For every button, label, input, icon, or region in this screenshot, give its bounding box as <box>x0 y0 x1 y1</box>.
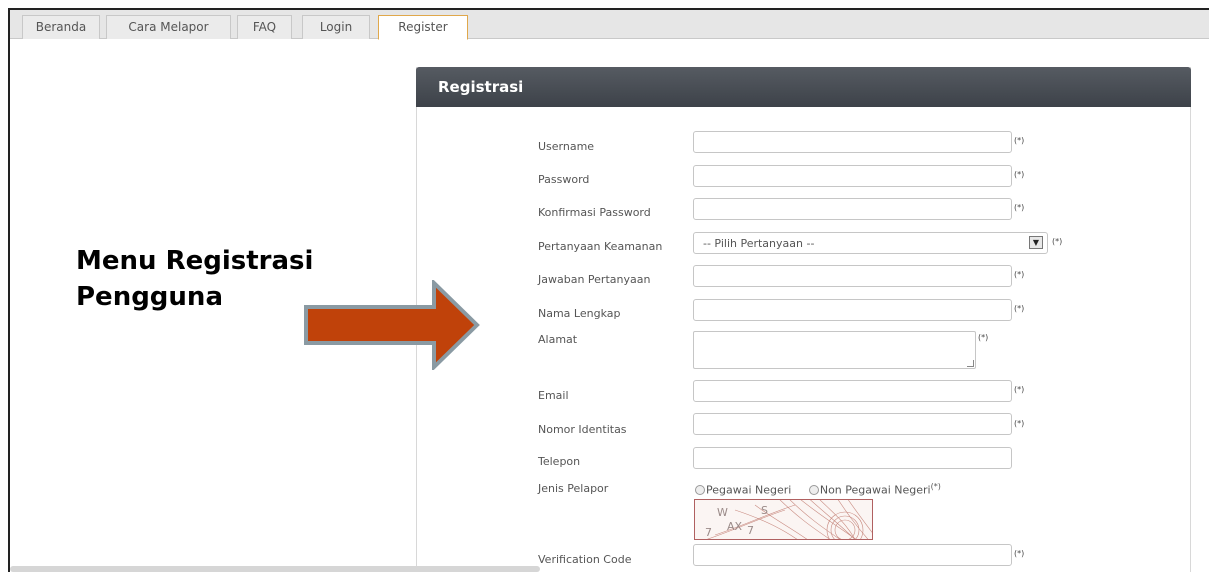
required-marker: (*) <box>1014 385 1025 394</box>
callout-text: Menu Registrasi Pengguna <box>76 243 313 315</box>
username-label: Username <box>538 140 595 153</box>
tab-beranda[interactable]: Beranda <box>22 15 100 39</box>
password-label: Password <box>538 173 590 186</box>
radio-label-pegawai-negeri: Pegawai Negeri <box>706 483 792 497</box>
radio-pegawai-negeri[interactable] <box>695 484 705 495</box>
callout-line-2: Pengguna <box>76 282 223 312</box>
svg-text:S: S <box>761 504 768 517</box>
required-marker: (*) <box>978 333 989 342</box>
confirm-password-label: Konfirmasi Password <box>538 206 651 219</box>
tab-login[interactable]: Login <box>302 15 370 39</box>
full-name-input[interactable] <box>693 299 1012 321</box>
chevron-down-icon[interactable]: ▼ <box>1029 236 1043 249</box>
captcha-noise: 7 W AX 7 S <box>705 500 872 539</box>
email-label: Email <box>538 389 569 402</box>
captcha-image: 7 W AX 7 S <box>694 499 873 540</box>
phone-label: Telepon <box>538 455 581 468</box>
full-name-label: Nama Lengkap <box>538 307 621 320</box>
reporter-type-label: Jenis Pelapor <box>538 482 609 495</box>
tab-bar: Beranda Cara Melapor FAQ Login Register <box>10 10 1209 40</box>
reporter-type-group: Pegawai Negeri Non Pegawai Negeri(*) <box>695 482 941 497</box>
confirm-password-input[interactable] <box>693 198 1012 220</box>
svg-text:AX: AX <box>727 520 743 533</box>
phone-input[interactable] <box>693 447 1012 469</box>
horizontal-scrollbar[interactable] <box>10 566 540 572</box>
username-input[interactable] <box>693 131 1012 153</box>
answer-label: Jawaban Pertanyaan <box>538 273 651 286</box>
required-marker: (*) <box>1014 270 1025 279</box>
panel-header: Registrasi <box>416 67 1191 107</box>
security-question-label: Pertanyaan Keamanan <box>538 240 663 253</box>
svg-text:7: 7 <box>705 526 712 539</box>
tab-faq[interactable]: FAQ <box>237 15 292 39</box>
panel-title: Registrasi <box>438 78 524 96</box>
required-marker: (*) <box>1014 419 1025 428</box>
verification-input[interactable] <box>693 544 1012 566</box>
callout-line-1: Menu Registrasi <box>76 246 314 276</box>
required-marker: (*) <box>1014 304 1025 313</box>
required-marker: (*) <box>1052 237 1063 246</box>
radio-non-pegawai-negeri[interactable] <box>808 484 819 495</box>
tab-register[interactable]: Register <box>378 15 468 40</box>
required-marker: (*) <box>930 482 941 491</box>
resize-grip-icon[interactable] <box>967 360 974 367</box>
required-marker: (*) <box>1014 136 1025 145</box>
id-number-label: Nomor Identitas <box>538 423 627 436</box>
security-question-select[interactable]: -- Pilih Pertanyaan -- ▼ <box>693 232 1048 254</box>
svg-text:7: 7 <box>747 524 754 537</box>
security-question-value: -- Pilih Pertanyaan -- <box>703 237 815 250</box>
verification-label: Verification Code <box>538 553 632 566</box>
email-input[interactable] <box>693 380 1012 402</box>
svg-text:W: W <box>717 506 728 519</box>
answer-input[interactable] <box>693 265 1012 287</box>
required-marker: (*) <box>1014 203 1025 212</box>
password-input[interactable] <box>693 165 1012 187</box>
radio-label-non-pegawai-negeri: Non Pegawai Negeri <box>819 483 931 497</box>
address-textarea[interactable] <box>693 331 976 369</box>
id-number-input[interactable] <box>693 413 1012 435</box>
required-marker: (*) <box>1014 170 1025 179</box>
arrow-right-icon <box>304 280 480 370</box>
tab-cara-melapor[interactable]: Cara Melapor <box>106 15 231 39</box>
required-marker: (*) <box>1014 549 1025 558</box>
address-label: Alamat <box>538 333 578 346</box>
